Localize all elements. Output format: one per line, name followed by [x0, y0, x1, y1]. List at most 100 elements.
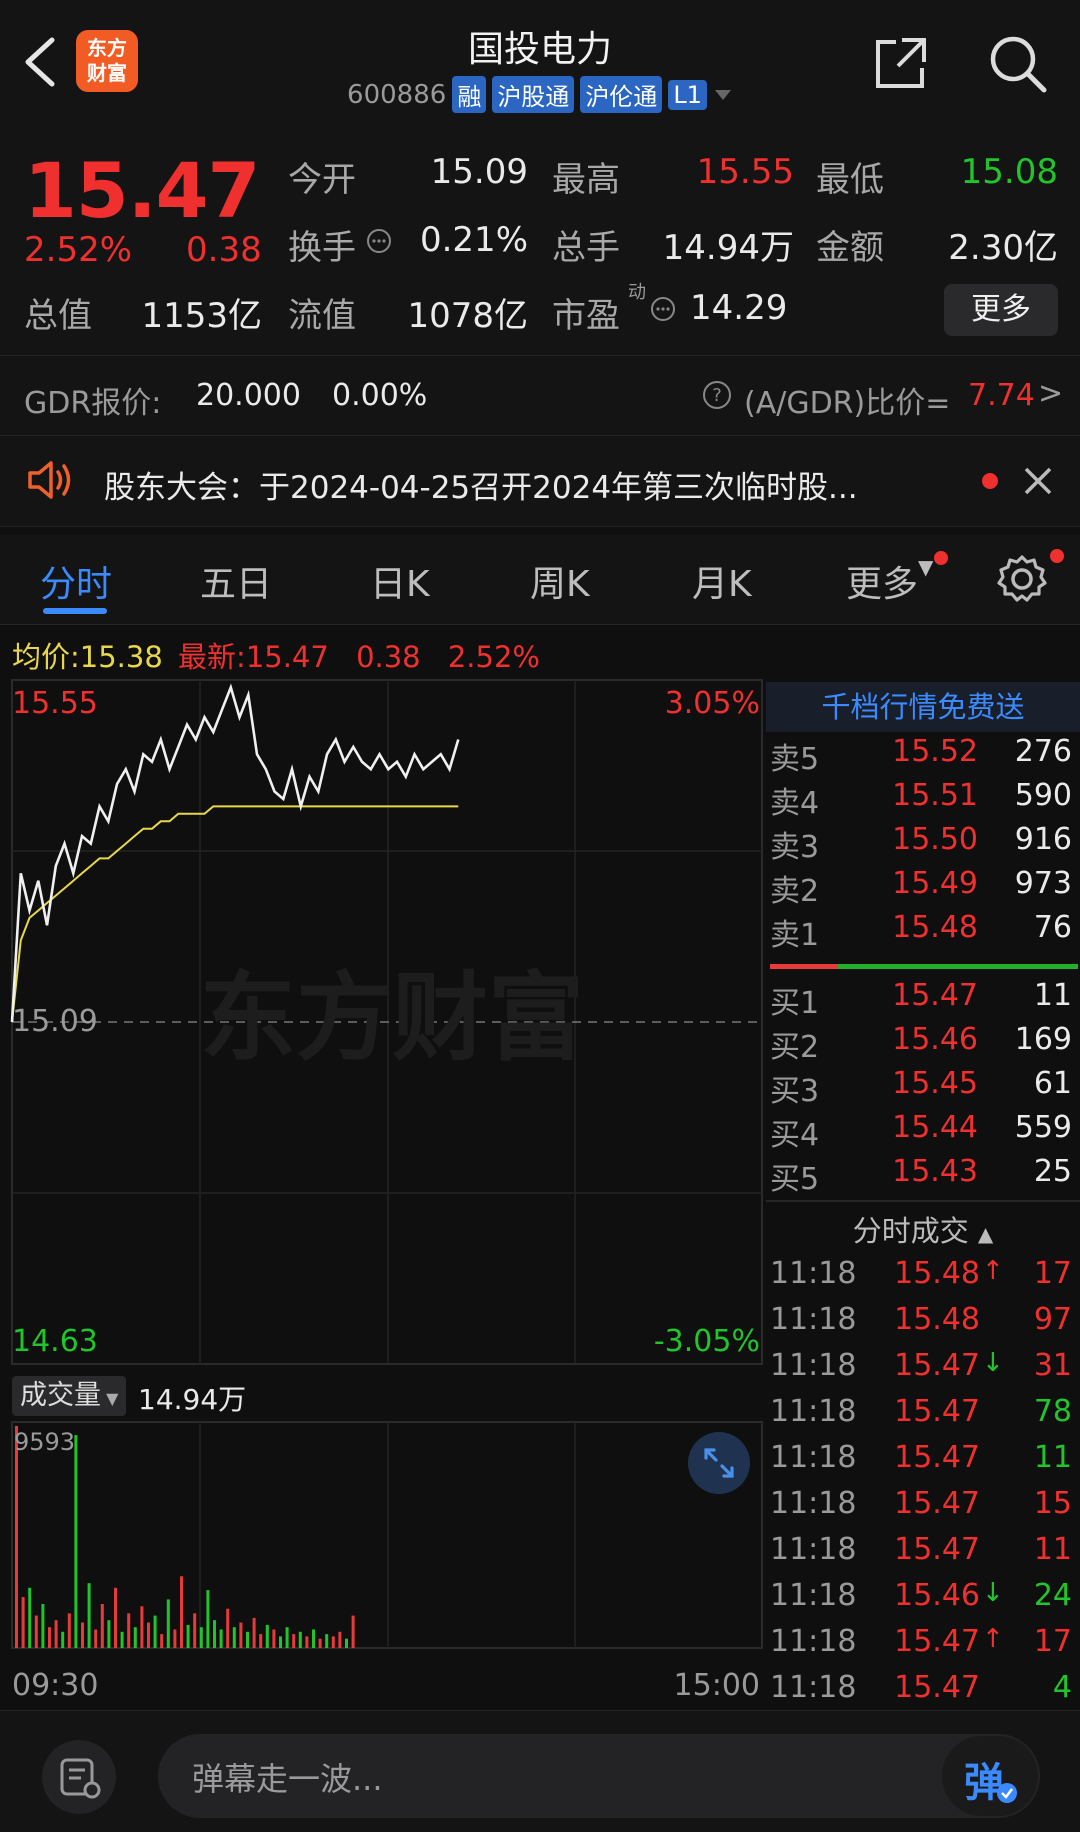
- tab-weekly-k[interactable]: 周K: [530, 555, 590, 607]
- comments-button[interactable]: [42, 1740, 116, 1814]
- expand-icon: [704, 1448, 734, 1478]
- trade-volume: 24: [1033, 1578, 1072, 1613]
- tab-more-caret-icon: ▼: [918, 555, 934, 579]
- gear-icon[interactable]: [996, 553, 1048, 605]
- volume-bar: [21, 1597, 25, 1648]
- pe-label: 市盈: [552, 296, 620, 336]
- volume-bar: [325, 1634, 329, 1648]
- close-icon[interactable]: [1022, 465, 1054, 497]
- more-button[interactable]: 更多: [944, 284, 1058, 336]
- trade-volume: 11: [1033, 1440, 1072, 1475]
- trade-time: 11:18: [770, 1394, 857, 1429]
- volume-bar: [186, 1624, 190, 1648]
- y-axis-bottom: 14.63: [12, 1324, 98, 1359]
- last-price: 15.47: [24, 146, 260, 235]
- change-amount: 0.38: [186, 230, 262, 270]
- trade-row: 11:18 15.48 97: [766, 1302, 1078, 1346]
- volume-bar: [298, 1631, 302, 1648]
- volume-selector[interactable]: 成交量 ▼: [12, 1376, 127, 1416]
- volume-bar: [61, 1631, 65, 1648]
- tag-london-connect[interactable]: 沪伦通: [580, 76, 663, 113]
- y-axis-top: 15.55: [12, 686, 98, 721]
- volume-bar: [219, 1629, 223, 1648]
- share-icon[interactable]: [872, 34, 930, 92]
- trade-time: 11:18: [770, 1486, 857, 1521]
- trade-price: 15.47: [894, 1486, 980, 1521]
- volume-bar: [133, 1627, 137, 1648]
- info-dots-icon[interactable]: [366, 228, 392, 254]
- tag-margin[interactable]: 融: [452, 76, 487, 113]
- trade-time: 11:18: [770, 1440, 857, 1475]
- ask-row: 卖3 15.50 916: [766, 822, 1078, 866]
- volume-value: 14.94万: [662, 228, 794, 268]
- danmu-placeholder: 弹幕走一波...: [192, 1760, 383, 1798]
- intraday-chart[interactable]: 东方财富: [0, 676, 766, 1710]
- trade-price: 15.46: [894, 1578, 980, 1613]
- ob-volume: 916: [1014, 822, 1072, 857]
- trade-price: 15.48: [894, 1302, 980, 1337]
- volume-bar: [338, 1631, 342, 1648]
- bid-ask-ratio-bar: [770, 964, 1078, 969]
- trade-price: 15.47: [894, 1670, 980, 1705]
- volume-bar: [180, 1576, 183, 1648]
- trade-row: 11:18 15.48 ↑ 17: [766, 1256, 1078, 1300]
- float-value: 1078亿: [407, 296, 528, 336]
- trade-time: 11:18: [770, 1302, 857, 1337]
- trade-row: 11:18 15.47 11: [766, 1532, 1078, 1576]
- gdr-price: 20.000: [196, 378, 301, 413]
- float-label: 流值: [288, 296, 356, 336]
- ob-volume: 76: [1033, 910, 1072, 945]
- ob-volume: 276: [1014, 734, 1072, 769]
- trade-row: 11:18 15.47 78: [766, 1394, 1078, 1438]
- volume-bar: [48, 1627, 51, 1648]
- time-end: 15:00: [673, 1668, 760, 1703]
- bid-row: 买2 15.46 169: [766, 1022, 1078, 1066]
- volume-bar: [100, 1604, 104, 1648]
- danmu-input[interactable]: 弹幕走一波... 弹: [158, 1734, 1040, 1818]
- tag-hk-connect[interactable]: 沪股通: [492, 76, 575, 113]
- volume-bar: [292, 1634, 296, 1648]
- tab-monthly-k[interactable]: 月K: [692, 555, 752, 607]
- tab-daily-k[interactable]: 日K: [370, 555, 430, 607]
- time-start: 09:30: [12, 1668, 99, 1703]
- tab-intraday[interactable]: 分时: [40, 555, 112, 607]
- danmu-toggle-button[interactable]: 弹: [942, 1736, 1038, 1816]
- help-icon[interactable]: ?: [702, 380, 732, 410]
- tab-five-day[interactable]: 五日: [200, 555, 272, 607]
- pe-superscript: 动: [628, 282, 646, 303]
- trade-arrow-icon: ↑: [982, 1256, 1004, 1286]
- y-axis-mid: 15.09: [12, 1004, 98, 1039]
- tab-more[interactable]: 更多▼: [846, 555, 933, 607]
- tab-more-dot: [934, 551, 948, 565]
- latest-value: 15.47: [245, 640, 329, 674]
- ask-row: 卖2 15.49 973: [766, 866, 1078, 910]
- volume-caret-icon: ▼: [101, 1389, 119, 1408]
- pct-axis-bottom: -3.05%: [653, 1324, 760, 1359]
- trades-header[interactable]: 分时成交 ▲: [766, 1208, 1080, 1250]
- check-icon: [997, 1783, 1017, 1803]
- ob-label: 买4: [770, 1118, 820, 1153]
- ask-row: 卖4 15.51 590: [766, 778, 1078, 822]
- tag-level1[interactable]: L1: [668, 79, 707, 110]
- pe-info-dots-icon[interactable]: [650, 296, 676, 322]
- volume-bar: [28, 1587, 32, 1648]
- trade-row: 11:18 15.47 ↑ 17: [766, 1624, 1078, 1668]
- svg-text:?: ?: [712, 385, 722, 406]
- turnover-value: 0.21%: [419, 220, 528, 260]
- caret-down-icon[interactable]: [713, 88, 733, 102]
- trade-price: 15.47: [894, 1394, 980, 1429]
- volume-bar: [331, 1636, 335, 1648]
- notice-text[interactable]: 股东大会：于2024-04-25召开2024年第三次临时股...: [104, 462, 964, 507]
- volume-bar: [147, 1622, 150, 1648]
- trade-time: 11:18: [770, 1670, 857, 1705]
- order-book: 卖5 15.52 276 卖4 15.51 590 卖3 15.50 916 卖2 15.49 973…: [766, 682, 1080, 1705]
- search-icon[interactable]: [986, 32, 1048, 94]
- trade-arrow-icon: ↓: [982, 1348, 1004, 1378]
- change-percent: 2.52%: [24, 230, 133, 270]
- avg-label: 均价:: [12, 640, 80, 674]
- ob-price: 15.46: [892, 1022, 978, 1057]
- speaker-icon: [28, 461, 71, 499]
- ob-price: 15.47: [892, 978, 978, 1013]
- trade-row: 11:18 15.47 11: [766, 1440, 1078, 1484]
- expand-chart-button[interactable]: [688, 1432, 750, 1494]
